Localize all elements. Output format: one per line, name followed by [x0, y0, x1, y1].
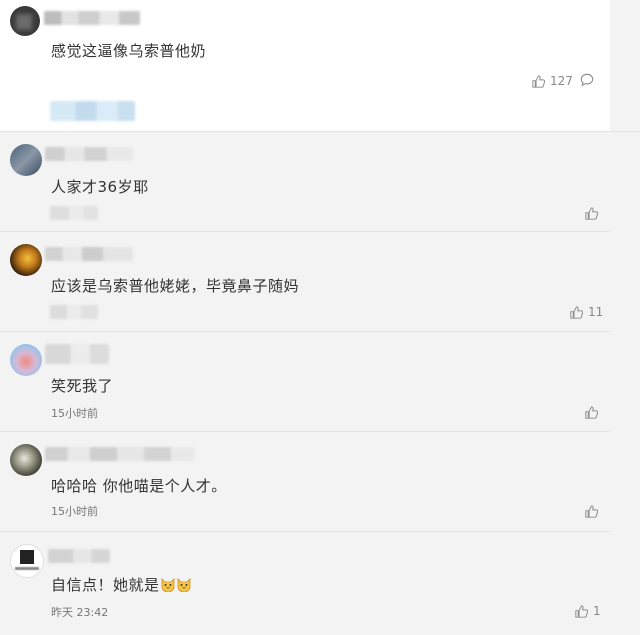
cat-face-emoji-icon [161, 578, 174, 592]
like-button[interactable] [585, 205, 598, 221]
avatar[interactable] [10, 344, 42, 376]
reply-item: 人家才36岁耶 [0, 132, 610, 232]
like-button[interactable]: 1 [575, 603, 601, 619]
like-count: 11 [588, 305, 604, 319]
like-button[interactable] [585, 404, 598, 420]
avatar[interactable] [10, 444, 42, 476]
comment-bubble-icon[interactable] [580, 73, 594, 87]
reply-text-content: 自信点！她就是 [51, 576, 160, 594]
username-blurred[interactable] [45, 344, 109, 364]
like-button[interactable] [585, 503, 598, 519]
reply-text: 自信点！她就是 [51, 574, 192, 595]
timestamp: 15小时前 [51, 505, 98, 518]
reply-item: 哈哈哈 你他喵是个人才。 15小时前 [0, 432, 610, 532]
username-blurred[interactable] [45, 147, 133, 161]
username-blurred[interactable] [44, 11, 140, 25]
reply-item: 应该是乌索普他姥姥，毕竟鼻子随妈 11 [0, 232, 610, 332]
username-blurred[interactable] [45, 247, 133, 261]
reply-text: 哈哈哈 你他喵是个人才。 [51, 477, 227, 495]
like-button[interactable]: 127 [532, 73, 573, 89]
timestamp-blurred [50, 101, 135, 121]
thumbs-up-icon [585, 405, 598, 419]
timestamp-blurred [50, 206, 98, 220]
replies-list: 人家才36岁耶 应该是乌索普他姥姥，毕竟鼻子随妈 11 笑死我了 15小时前 哈… [0, 132, 640, 635]
avatar[interactable] [10, 544, 44, 578]
username-blurred[interactable] [45, 447, 195, 461]
reply-text: 人家才36岁耶 [51, 178, 149, 196]
thumbs-up-icon [585, 206, 598, 220]
avatar[interactable] [10, 144, 42, 176]
username-blurred[interactable] [48, 549, 110, 563]
timestamp: 昨天 23:42 [51, 606, 109, 619]
avatar[interactable] [10, 244, 42, 276]
reply-text: 应该是乌索普他姥姥，毕竟鼻子随妈 [51, 277, 300, 295]
like-button[interactable]: 11 [570, 304, 603, 320]
comment-thread: 感觉这逼像乌索普他奶 127 人家才36岁耶 应该是乌索普他姥姥，毕竟鼻子随妈 … [0, 0, 640, 635]
comment-text: 感觉这逼像乌索普他奶 [51, 42, 207, 60]
like-count: 127 [550, 74, 573, 88]
thumbs-up-icon [585, 504, 598, 518]
cat-face-emoji-icon [177, 578, 190, 592]
thumbs-up-icon [575, 604, 588, 618]
scroll-gutter [610, 0, 640, 131]
reply-item: 自信点！她就是 昨天 23:42 1 [0, 532, 610, 635]
reply-text: 笑死我了 [51, 377, 114, 395]
thumbs-up-icon [532, 74, 545, 88]
thumbs-up-icon [570, 305, 583, 319]
like-count: 1 [593, 604, 601, 618]
avatar[interactable] [10, 6, 40, 36]
reply-item: 笑死我了 15小时前 [0, 332, 610, 432]
top-comment: 感觉这逼像乌索普他奶 127 [0, 0, 610, 131]
timestamp-blurred [50, 305, 98, 319]
timestamp: 15小时前 [51, 407, 98, 420]
